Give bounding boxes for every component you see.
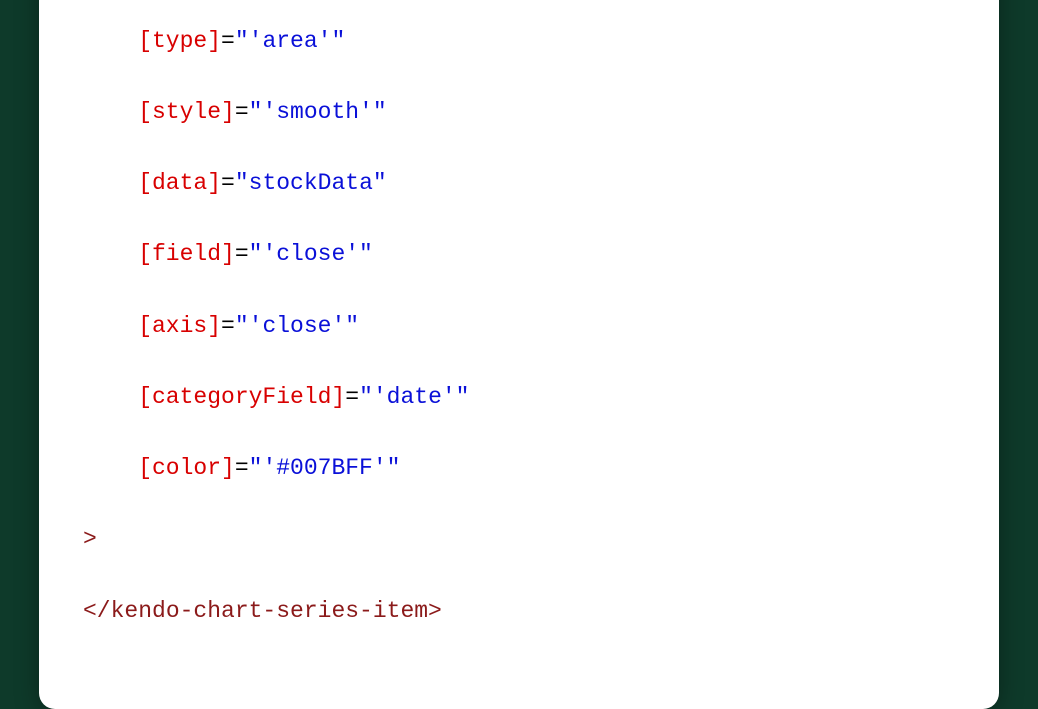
code-line: [color]="'#007BFF'" [83, 451, 955, 487]
equals: = [235, 455, 249, 481]
code-card: <kendo-chart-series-item *ngIf="chartTyp… [39, 0, 999, 709]
attr-value: "'area'" [235, 28, 345, 54]
attr-name: [axis] [138, 313, 221, 339]
attr-value: "'date'" [359, 384, 469, 410]
equals: = [345, 384, 359, 410]
tag-close: </kendo-chart-series-item> [83, 598, 442, 624]
equals: = [221, 170, 235, 196]
attr-name: [color] [138, 455, 235, 481]
code-block: <kendo-chart-series-item *ngIf="chartTyp… [83, 0, 955, 665]
code-line: [type]="'area'" [83, 24, 955, 60]
attr-value: "'#007BFF'" [249, 455, 401, 481]
attr-name: [categoryField] [138, 384, 345, 410]
attr-name: [field] [138, 241, 235, 267]
attr-name: [type] [138, 28, 221, 54]
tag-open-end: > [83, 526, 97, 552]
attr-name: [data] [138, 170, 221, 196]
code-line: [field]="'close'" [83, 237, 955, 273]
code-line: </kendo-chart-series-item> [83, 594, 955, 630]
attr-value: "'close'" [249, 241, 373, 267]
attr-value: "'close'" [235, 313, 359, 339]
code-line: [data]="stockData" [83, 166, 955, 202]
code-line: > [83, 522, 955, 558]
code-line: [axis]="'close'" [83, 309, 955, 345]
attr-name: [style] [138, 99, 235, 125]
equals: = [221, 313, 235, 339]
attr-value: "stockData" [235, 170, 387, 196]
equals: = [235, 99, 249, 125]
code-line: [categoryField]="'date'" [83, 380, 955, 416]
attr-value: "'smooth'" [249, 99, 387, 125]
equals: = [235, 241, 249, 267]
code-line: [style]="'smooth'" [83, 95, 955, 131]
equals: = [221, 28, 235, 54]
